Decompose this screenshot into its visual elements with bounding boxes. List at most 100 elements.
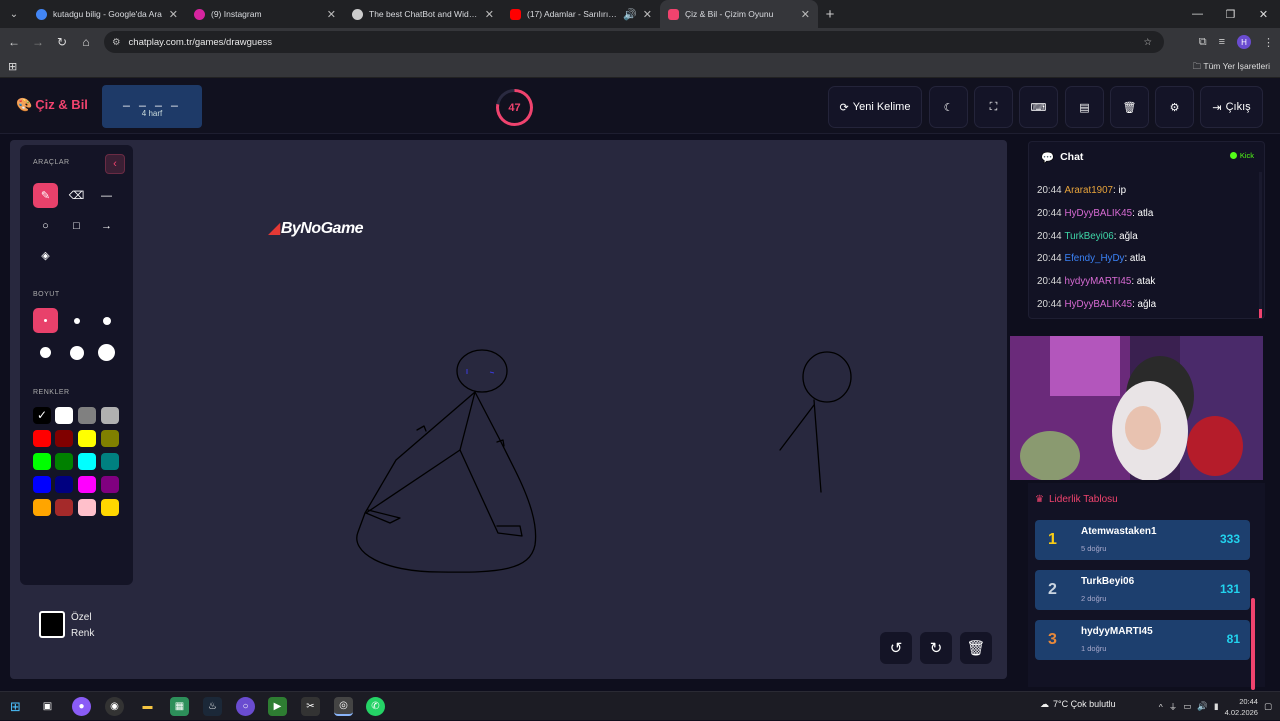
color-swatch[interactable] (55, 430, 73, 447)
tray-chevron-icon[interactable]: ^ (1159, 702, 1163, 712)
archive-button[interactable]: ▤ (1065, 86, 1104, 128)
store-icon[interactable]: ▦ (170, 697, 189, 716)
site-info-icon[interactable]: ⚙ (112, 37, 121, 48)
volume-icon[interactable]: 🔊 (1197, 701, 1208, 712)
task-view-icon[interactable]: ▣ (38, 697, 57, 716)
notification-icon[interactable]: ▢ (1264, 701, 1272, 712)
steam-icon[interactable]: ♨ (203, 697, 222, 716)
extensions-icon[interactable]: ⧉ (1199, 36, 1207, 49)
size-option-6[interactable] (94, 340, 119, 365)
color-swatch[interactable] (55, 453, 73, 470)
size-option-1[interactable] (33, 308, 58, 333)
file-explorer-icon[interactable]: ▬ (138, 697, 157, 716)
chat-user[interactable]: TurkBeyi06 (1065, 231, 1114, 242)
color-swatch[interactable] (33, 430, 51, 447)
back-icon[interactable]: ← (2, 35, 26, 49)
tab-search-icon[interactable]: ⌄ (0, 0, 28, 28)
exit-button[interactable]: ⇥ Çıkış (1200, 86, 1263, 128)
battery-icon[interactable]: ▮ (1214, 701, 1219, 712)
chat-user[interactable]: HyDyyBALIK45 (1065, 299, 1133, 310)
eraser-tool[interactable]: ⌫ (64, 183, 89, 208)
obs-icon[interactable]: ◉ (105, 697, 124, 716)
fill-tool[interactable]: ◈ (33, 243, 58, 268)
rectangle-tool[interactable]: □ (64, 213, 89, 238)
clear-canvas-button[interactable]: 🗑 (960, 632, 992, 664)
close-tab-icon[interactable]: ✕ (643, 8, 652, 21)
weather-widget[interactable]: ☁ 7°C Çok bulutlu (1040, 699, 1116, 710)
whatsapp-icon[interactable]: ✆ (366, 697, 385, 716)
minimize-icon[interactable]: — (1181, 0, 1214, 28)
capcut-icon[interactable]: ✂ (301, 697, 320, 716)
chat-user[interactable]: hydyyMARTI45 (1065, 276, 1132, 287)
home-icon[interactable]: ⌂ (74, 35, 98, 49)
color-swatch[interactable] (101, 499, 119, 516)
close-tab-icon[interactable]: ✕ (801, 8, 810, 21)
browser-tab[interactable]: kutadgu bilig - Google'da Ara ✕ (28, 0, 186, 28)
new-word-button[interactable]: ⟳ Yeni Kelime (828, 86, 922, 128)
leaderboard-scrollbar[interactable] (1251, 598, 1255, 690)
browser-tab[interactable]: The best ChatBot and Widgets ✕ (344, 0, 502, 28)
color-swatch[interactable] (78, 476, 96, 493)
chat-user[interactable]: HyDyyBALIK45 (1065, 208, 1133, 219)
nvidia-icon[interactable]: ▶ (268, 697, 287, 716)
profile-avatar[interactable]: H (1237, 35, 1251, 49)
forward-icon[interactable]: → (26, 35, 50, 49)
apps-grid-icon[interactable]: ⊞ (8, 60, 17, 73)
circle-tool[interactable]: ○ (33, 213, 58, 238)
size-option-2[interactable] (64, 308, 89, 333)
color-swatch[interactable] (55, 407, 73, 424)
windows-start-icon[interactable]: ⊞ (6, 697, 25, 716)
keyboard-button[interactable]: ⌨ (1019, 86, 1058, 128)
theme-toggle-button[interactable]: ☾ (929, 86, 968, 128)
undo-button[interactable]: ↺ (880, 632, 912, 664)
color-swatch[interactable] (55, 476, 73, 493)
color-swatch[interactable] (101, 430, 119, 447)
settings-button[interactable]: ⚙ (1155, 86, 1194, 128)
app-logo[interactable]: 🎨 Çiz & Bil (16, 97, 88, 113)
chrome-icon[interactable]: ◎ (334, 697, 353, 716)
redo-button[interactable]: ↻ (920, 632, 952, 664)
browser-tab[interactable]: (17) Adamlar - Sarılırım Biri 🔊 ✕ (502, 0, 660, 28)
usb-icon[interactable]: ⏚ (1169, 701, 1178, 713)
app-icon[interactable]: ○ (236, 697, 255, 716)
clock[interactable]: 20:44 4.02.2026 (1225, 696, 1258, 718)
speaker-icon[interactable]: 🔊 (623, 8, 637, 21)
arrow-tool[interactable]: → (94, 213, 119, 238)
browser-tab[interactable]: (9) Instagram ✕ (186, 0, 344, 28)
delete-button[interactable]: 🗑 (1110, 86, 1149, 128)
url-field[interactable]: ⚙ chatplay.com.tr/games/drawguess ☆ (104, 31, 1164, 53)
size-option-4[interactable] (33, 340, 58, 365)
close-tab-icon[interactable]: ✕ (327, 8, 336, 21)
close-tab-icon[interactable]: ✕ (169, 8, 178, 21)
fullscreen-button[interactable]: ⛶ (974, 86, 1013, 128)
collapse-panel-button[interactable]: ‹ (105, 154, 125, 174)
all-bookmarks[interactable]: 🗀 Tüm Yer İşaretleri (1193, 61, 1270, 75)
close-tab-icon[interactable]: ✕ (485, 8, 494, 21)
reload-icon[interactable]: ↻ (50, 35, 74, 49)
scroll-thumb[interactable] (1259, 309, 1262, 318)
browser-tab-active[interactable]: Çiz & Bil - Çizim Oyunu ✕ (660, 0, 818, 28)
color-swatch[interactable] (55, 499, 73, 516)
custom-color-button[interactable]: Özel Renk (32, 608, 120, 652)
color-swatch[interactable] (78, 407, 96, 424)
color-swatch[interactable] (78, 499, 96, 516)
bookmark-star-icon[interactable]: ☆ (1143, 37, 1152, 48)
close-window-icon[interactable]: ✕ (1247, 0, 1280, 28)
media-icon[interactable]: ≡ (1219, 36, 1225, 48)
new-tab-button[interactable]: + (818, 6, 842, 23)
color-swatch[interactable] (78, 430, 96, 447)
chat-user[interactable]: Efendy_HyDy (1065, 253, 1125, 264)
chat-scrollbar[interactable] (1259, 172, 1262, 318)
network-icon[interactable]: ▭ (1183, 701, 1191, 712)
color-swatch[interactable] (33, 499, 51, 516)
color-swatch[interactable] (101, 453, 119, 470)
restore-icon[interactable]: ❐ (1214, 0, 1247, 28)
menu-icon[interactable]: ⋮ (1263, 36, 1274, 49)
color-swatch[interactable]: ✓ (33, 407, 51, 424)
pencil-tool[interactable]: ✎ (33, 183, 58, 208)
color-swatch[interactable] (101, 476, 119, 493)
color-swatch[interactable] (33, 453, 51, 470)
color-swatch[interactable] (78, 453, 96, 470)
chat-user[interactable]: Ararat1907 (1065, 185, 1113, 196)
size-option-5[interactable] (64, 340, 89, 365)
